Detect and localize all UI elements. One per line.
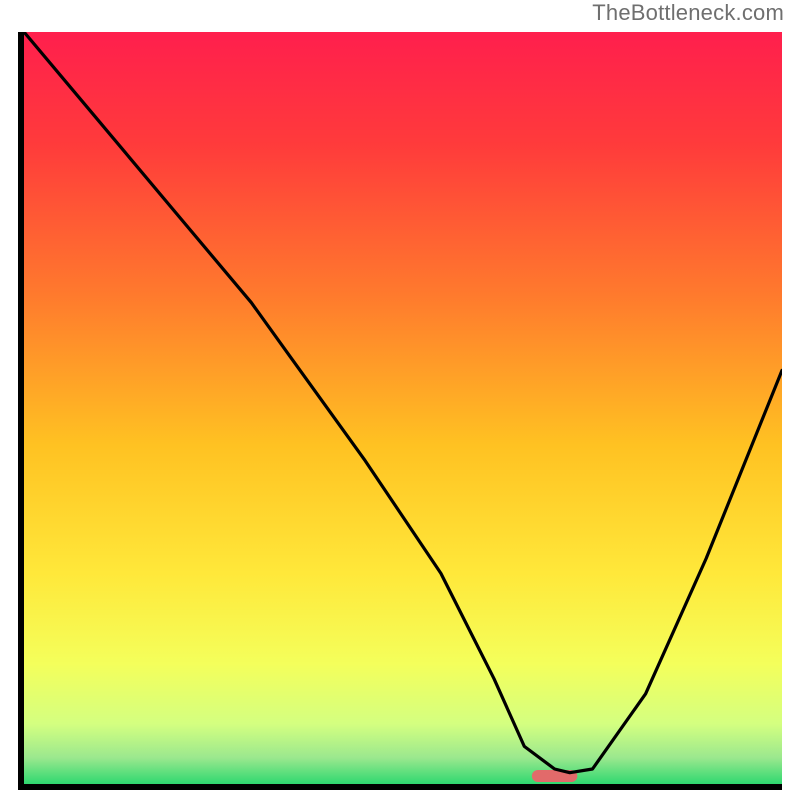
chart-svg [18,32,782,790]
x-axis-line [18,784,782,790]
plot-area [18,32,782,790]
chart-container [18,32,782,790]
y-axis-line [18,32,24,790]
watermark-text: TheBottleneck.com [592,0,784,26]
